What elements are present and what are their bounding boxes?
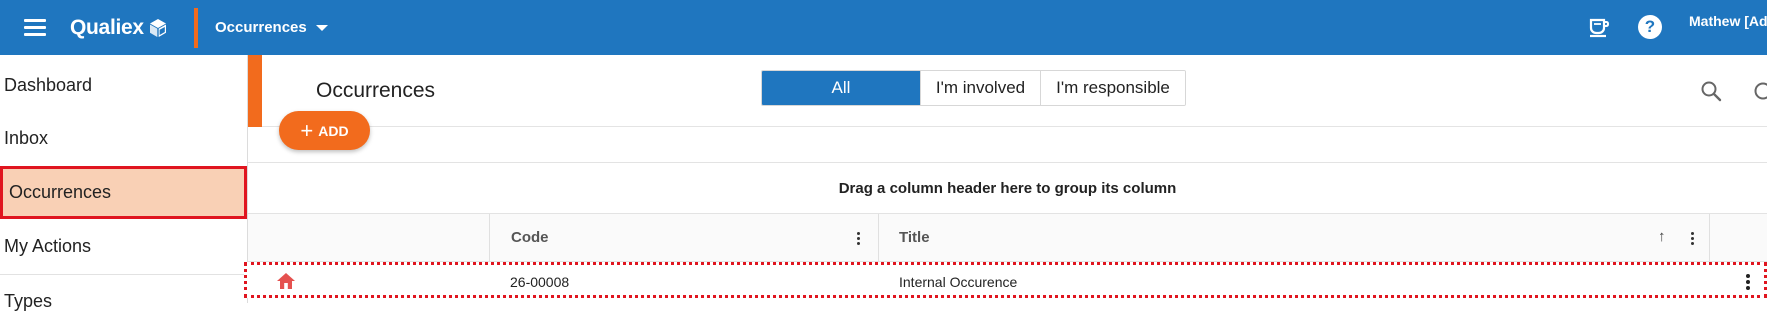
logo-cube-icon	[148, 18, 168, 38]
page-title: Occurrences	[316, 79, 435, 103]
sidebar-item-label: Dashboard	[4, 75, 92, 96]
module-selector[interactable]: Occurrences	[215, 19, 328, 36]
home-icon	[276, 272, 296, 290]
sidebar-item-label: My Actions	[4, 236, 91, 257]
sidebar-item-inbox[interactable]: Inbox	[0, 112, 247, 165]
column-menu-icon[interactable]	[1691, 232, 1695, 246]
add-button[interactable]: + ADD	[279, 111, 370, 150]
module-selector-label: Occurrences	[215, 19, 307, 36]
top-app-bar: Qualiex Occurrences ? Mathew [Admin]	[0, 0, 1767, 55]
row-actions-icon[interactable]	[1746, 274, 1750, 292]
help-glyph: ?	[1638, 15, 1662, 39]
filter-label: I'm responsible	[1056, 78, 1170, 98]
filter-label: I'm involved	[936, 78, 1025, 98]
coffee-cup-icon[interactable]	[1586, 14, 1612, 40]
sidebar-item-label: Inbox	[4, 128, 48, 149]
search-icon[interactable]	[1700, 80, 1722, 102]
cell-title: Internal Occurence	[899, 274, 1017, 290]
sidebar-item-dashboard[interactable]: Dashboard	[0, 59, 247, 112]
chevron-down-icon	[316, 25, 328, 31]
filter-all-button[interactable]: All	[762, 71, 921, 105]
sidebar-item-types[interactable]: Types	[0, 275, 247, 328]
filter-involved-button[interactable]: I'm involved	[921, 71, 1041, 105]
sidebar: Dashboard Inbox Occurrences My Actions T…	[0, 55, 248, 303]
sidebar-item-label: Occurrences	[9, 182, 111, 203]
column-separator	[489, 214, 490, 262]
column-menu-icon[interactable]	[857, 232, 861, 246]
app-logo[interactable]: Qualiex	[70, 16, 168, 40]
column-separator	[1709, 214, 1710, 262]
refresh-icon[interactable]	[1752, 80, 1767, 102]
page-accent-bar	[248, 55, 262, 127]
sidebar-item-occurrences[interactable]: Occurrences	[0, 166, 247, 219]
filter-responsible-button[interactable]: I'm responsible	[1041, 71, 1185, 105]
group-by-panel[interactable]: Drag a column header here to group its c…	[248, 162, 1767, 214]
column-header-code[interactable]: Code	[511, 229, 549, 246]
add-button-label: ADD	[318, 123, 348, 139]
table-row[interactable]: 26-00008 Internal Occurence	[244, 262, 1767, 298]
help-icon[interactable]: ?	[1637, 14, 1663, 40]
sidebar-item-label: Types	[4, 291, 52, 312]
column-separator	[878, 214, 879, 262]
logo-text: Qualiex	[70, 16, 144, 40]
sidebar-item-my-actions[interactable]: My Actions	[0, 220, 247, 273]
grid-header: Code Title ↑	[248, 214, 1767, 262]
sort-ascending-icon[interactable]: ↑	[1658, 228, 1666, 245]
user-name[interactable]: Mathew [Admin]	[1689, 13, 1767, 29]
filter-segmented-control: All I'm involved I'm responsible	[761, 70, 1186, 106]
plus-icon: +	[300, 120, 313, 142]
filter-label: All	[832, 78, 851, 98]
group-by-hint: Drag a column header here to group its c…	[839, 180, 1177, 197]
column-header-title[interactable]: Title	[899, 229, 930, 246]
module-divider	[194, 8, 198, 48]
header-divider	[262, 126, 1767, 127]
menu-icon[interactable]	[24, 19, 46, 37]
cell-code: 26-00008	[510, 274, 569, 290]
